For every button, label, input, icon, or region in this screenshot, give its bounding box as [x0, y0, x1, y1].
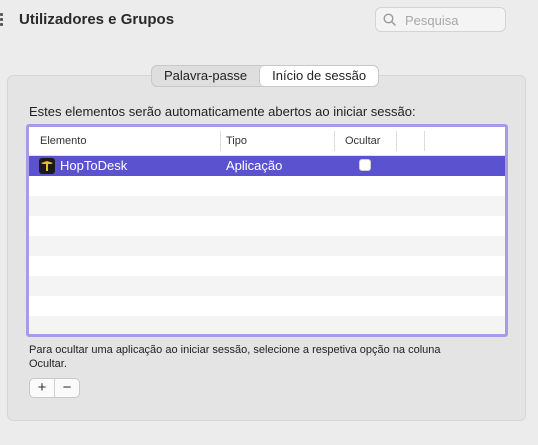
window-title: Utilizadores e Grupos	[19, 11, 175, 28]
column-header-ocultar[interactable]: Ocultar	[345, 135, 380, 147]
login-items-table[interactable]: Elemento Tipo Ocultar HopToDesk Aplicaçã…	[26, 124, 508, 337]
hide-checkbox[interactable]	[359, 159, 371, 171]
column-divider	[396, 131, 397, 151]
table-header: Elemento Tipo Ocultar	[29, 127, 505, 156]
empty-row	[29, 296, 505, 316]
title-bar: Utilizadores e Grupos	[0, 0, 538, 44]
table-row[interactable]: HopToDesk Aplicação	[29, 156, 505, 176]
empty-row	[29, 196, 505, 216]
column-header-tipo[interactable]: Tipo	[226, 135, 247, 147]
tab-palavra-passe[interactable]: Palavra-passe	[152, 66, 259, 86]
tab-inicio-de-sessao[interactable]: Início de sessão	[259, 66, 379, 86]
column-divider	[424, 131, 425, 151]
empty-row	[29, 216, 505, 236]
footnote: Para ocultar uma aplicação ao iniciar se…	[29, 344, 441, 370]
column-header-elemento[interactable]: Elemento	[40, 135, 86, 147]
item-name: HopToDesk	[60, 158, 128, 173]
search-field[interactable]	[375, 7, 506, 32]
empty-row	[29, 176, 505, 196]
tab-bar: Palavra-passe Início de sessão	[151, 65, 380, 87]
empty-row	[29, 236, 505, 256]
hoptodesk-app-icon	[39, 158, 55, 174]
search-input[interactable]	[405, 11, 501, 29]
column-divider	[220, 131, 221, 151]
add-item-button[interactable]: +	[30, 379, 54, 397]
empty-row	[29, 316, 505, 334]
empty-row	[29, 256, 505, 276]
empty-row	[29, 276, 505, 296]
remove-item-button[interactable]: −	[54, 379, 79, 397]
column-divider	[334, 131, 335, 151]
search-icon	[383, 13, 396, 26]
item-type: Aplicação	[226, 158, 283, 173]
add-remove-buttons: + −	[29, 378, 80, 398]
login-items-intro: Estes elementos serão automaticamente ab…	[29, 104, 416, 119]
grid-icon[interactable]	[0, 13, 4, 27]
